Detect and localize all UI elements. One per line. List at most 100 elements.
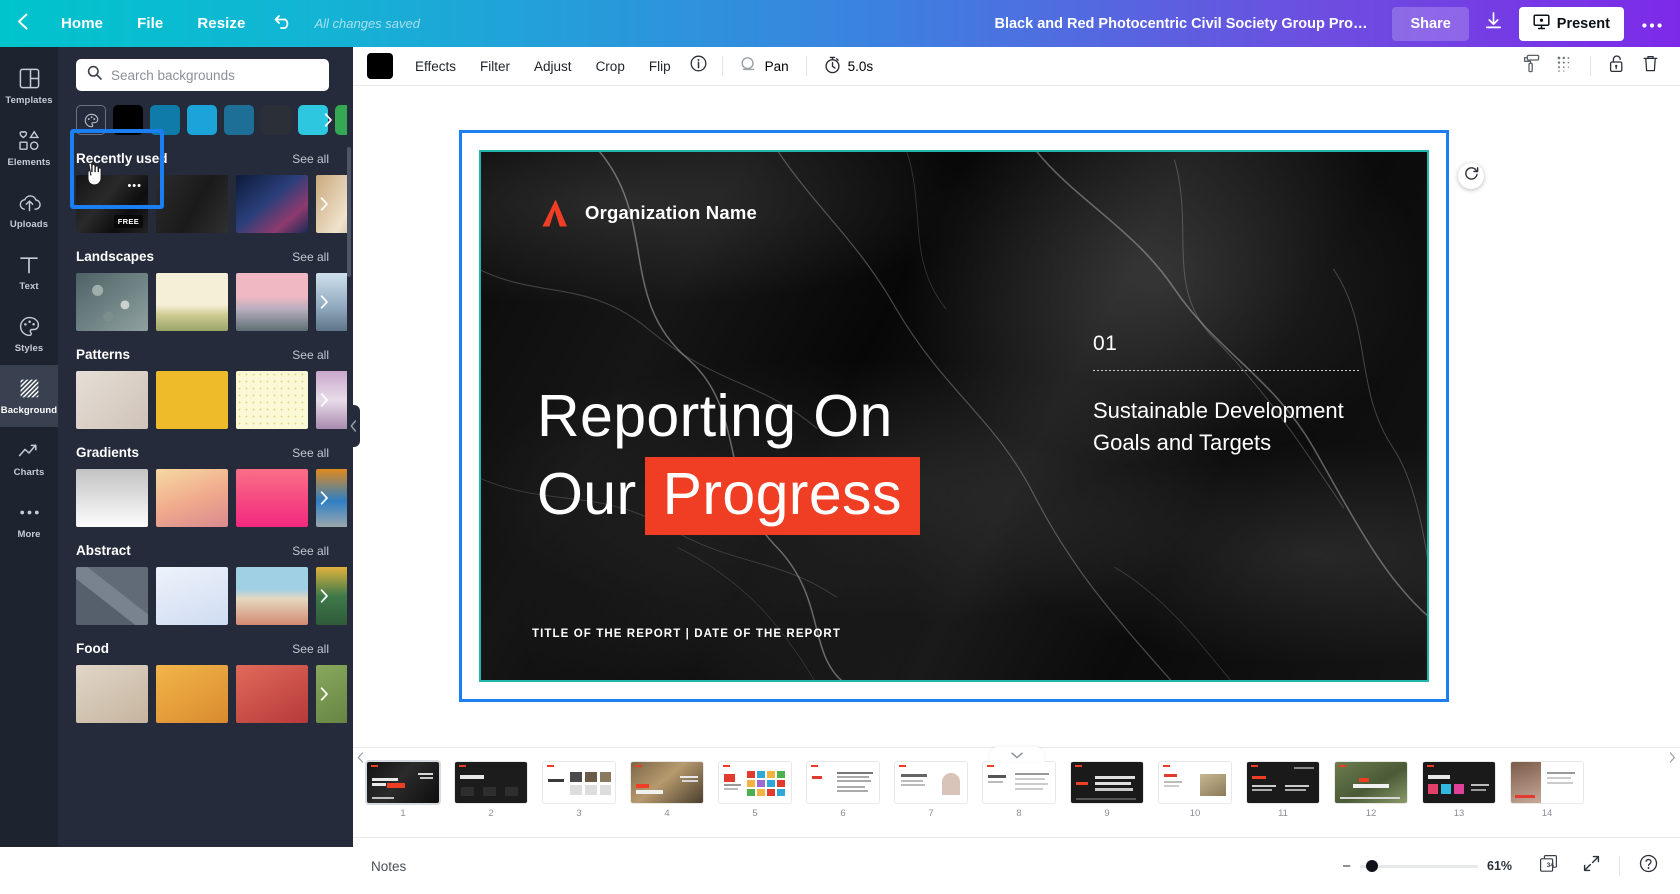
search-box[interactable] — [76, 59, 329, 91]
sidebar-item-styles[interactable]: Styles — [0, 303, 58, 365]
background-thumbnail[interactable] — [236, 273, 308, 331]
background-thumbnail[interactable] — [156, 175, 228, 233]
background-thumbnail[interactable] — [76, 665, 148, 723]
color-swatch[interactable] — [150, 105, 180, 135]
thumbnail-next-button[interactable] — [313, 567, 335, 625]
see-all-link[interactable]: See all — [292, 446, 329, 460]
background-thumbnail[interactable] — [76, 469, 148, 527]
file-menu[interactable]: File — [120, 7, 180, 41]
home-button[interactable]: Home — [44, 7, 120, 41]
more-options-button[interactable] — [1630, 7, 1674, 41]
effects-button[interactable]: Effects — [403, 52, 468, 80]
slide-canvas[interactable]: Organization Name Reporting On Our Progre… — [479, 150, 1429, 682]
strip-scroll-left[interactable] — [357, 752, 364, 766]
adjust-button[interactable]: Adjust — [522, 52, 584, 80]
zoom-percentage[interactable]: 61% — [1487, 859, 1521, 873]
sidebar-item-uploads[interactable]: Uploads — [0, 179, 58, 241]
background-thumbnail[interactable] — [236, 567, 308, 625]
page-thumbnail[interactable]: 3 — [543, 762, 615, 819]
swatch-next-button[interactable] — [317, 105, 339, 135]
see-all-link[interactable]: See all — [292, 152, 329, 166]
help-button[interactable] — [1634, 852, 1662, 880]
canvas-area[interactable]: Organization Name Reporting On Our Progre… — [353, 86, 1680, 747]
fullscreen-button[interactable] — [1577, 852, 1605, 880]
sidebar-item-background[interactable]: Background — [0, 365, 58, 427]
page-thumbnail[interactable]: 14 — [1511, 762, 1583, 819]
color-swatch[interactable] — [113, 105, 143, 135]
fill-color-swatch[interactable] — [367, 53, 393, 79]
thumbnail-next-button[interactable] — [313, 273, 335, 331]
filter-button[interactable]: Filter — [468, 52, 522, 80]
download-button[interactable] — [1473, 7, 1515, 41]
background-thumbnail[interactable] — [156, 665, 228, 723]
background-thumbnail[interactable] — [76, 273, 148, 331]
color-picker-swatch[interactable] — [76, 105, 106, 135]
sidebar-item-templates[interactable]: Templates — [0, 55, 58, 117]
pan-button[interactable]: Pan — [730, 52, 799, 80]
background-thumbnail[interactable] — [236, 175, 308, 233]
crop-button[interactable]: Crop — [584, 52, 637, 80]
resize-button[interactable]: Resize — [180, 7, 262, 41]
background-thumbnail[interactable] — [156, 273, 228, 331]
page-count-button[interactable]: 34 — [1535, 852, 1563, 880]
background-thumbnail[interactable] — [236, 469, 308, 527]
sidebar-item-more[interactable]: More — [0, 489, 58, 551]
lock-button[interactable] — [1600, 52, 1632, 80]
thumbnail-options-icon[interactable]: ••• — [127, 180, 142, 192]
page-thumbnail[interactable]: 12 — [1335, 762, 1407, 819]
notes-button[interactable]: Notes — [371, 859, 406, 874]
back-button[interactable] — [0, 13, 44, 35]
page-thumbnail[interactable]: 13 — [1423, 762, 1495, 819]
see-all-link[interactable]: See all — [292, 642, 329, 656]
background-thumbnail[interactable] — [156, 469, 228, 527]
share-button[interactable]: Share — [1392, 6, 1469, 41]
background-thumbnail[interactable] — [76, 371, 148, 429]
page-thumbnail[interactable]: 1 — [367, 762, 439, 819]
slide-logo-group[interactable]: Organization Name — [541, 198, 757, 228]
zoom-slider[interactable] — [1360, 860, 1478, 872]
thumbnail-next-button[interactable] — [313, 175, 335, 233]
color-swatch[interactable] — [261, 105, 291, 135]
search-input[interactable] — [111, 67, 318, 83]
page-thumbnail[interactable]: 5 — [719, 762, 791, 819]
flip-button[interactable]: Flip — [637, 52, 683, 80]
background-thumbnail[interactable] — [156, 371, 228, 429]
present-button[interactable]: Present — [1518, 6, 1624, 41]
strip-scroll-right[interactable] — [1669, 752, 1676, 766]
background-thumbnail[interactable] — [156, 567, 228, 625]
sidebar-item-charts[interactable]: Charts — [0, 427, 58, 489]
selection-frame[interactable]: Organization Name Reporting On Our Progre… — [459, 130, 1484, 702]
page-thumbnail[interactable]: 6 — [807, 762, 879, 819]
page-thumbnail[interactable]: 10 — [1159, 762, 1231, 819]
thumbnail-next-button[interactable] — [313, 665, 335, 723]
panel-scrollbar[interactable] — [347, 147, 351, 277]
slide-section-block[interactable]: 01 Sustainable Development Goals and Tar… — [1093, 332, 1361, 458]
strip-toggle-button[interactable] — [989, 747, 1044, 762]
background-thumbnail[interactable] — [236, 371, 308, 429]
page-thumbnail[interactable]: 2 — [455, 762, 527, 819]
page-thumbnail[interactable]: 8 — [983, 762, 1055, 819]
page-thumbnail[interactable]: 11 — [1247, 762, 1319, 819]
zoom-slider-handle[interactable] — [1366, 860, 1378, 872]
background-thumbnail[interactable] — [76, 567, 148, 625]
see-all-link[interactable]: See all — [292, 348, 329, 362]
see-all-link[interactable]: See all — [292, 250, 329, 264]
page-thumbnail[interactable]: 4 — [631, 762, 703, 819]
panel-collapse-button[interactable] — [347, 405, 360, 447]
sidebar-item-elements[interactable]: Elements — [0, 117, 58, 179]
slide-headline[interactable]: Reporting On Our Progress — [537, 378, 920, 535]
timing-button[interactable]: 5.0s — [814, 52, 884, 80]
color-swatch[interactable] — [187, 105, 217, 135]
rotate-handle[interactable] — [1458, 163, 1484, 189]
delete-button[interactable] — [1634, 52, 1666, 80]
transparency-button[interactable] — [1549, 52, 1581, 80]
zoom-out-button[interactable]: − — [1342, 859, 1351, 874]
info-button[interactable] — [683, 52, 715, 80]
thumbnail-next-button[interactable] — [313, 371, 335, 429]
undo-button[interactable] — [262, 13, 306, 35]
sidebar-item-text[interactable]: Text — [0, 241, 58, 303]
page-thumbnail[interactable]: 7 — [895, 762, 967, 819]
design-title[interactable]: Black and Red Photocentric Civil Society… — [994, 16, 1374, 32]
color-swatch[interactable] — [224, 105, 254, 135]
page-thumbnail[interactable]: 9 — [1071, 762, 1143, 819]
